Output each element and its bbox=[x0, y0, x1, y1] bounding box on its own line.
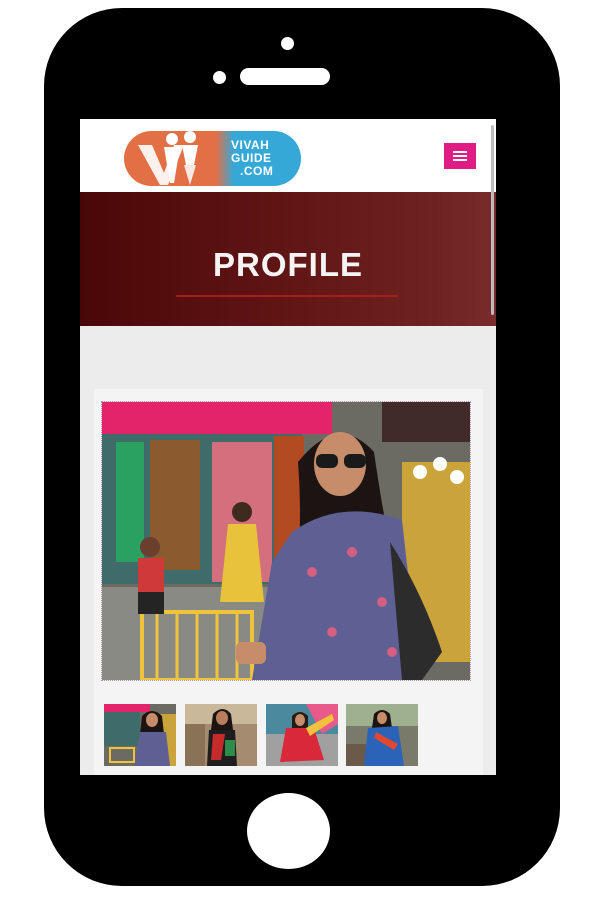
profile-thumb-1[interactable] bbox=[104, 704, 176, 766]
thumb-image bbox=[346, 704, 418, 766]
menu-bar-line bbox=[453, 159, 467, 161]
title-underline bbox=[176, 295, 398, 297]
sensor-icon bbox=[213, 71, 226, 84]
site-header: VIVAH GUIDE .COM bbox=[80, 119, 496, 192]
menu-bar-line bbox=[453, 151, 467, 153]
couple-logo-icon bbox=[138, 131, 198, 185]
earpiece-speaker-icon bbox=[240, 68, 330, 85]
phone-screen: VIVAH GUIDE .COM PROFILE bbox=[80, 119, 496, 775]
site-logo[interactable]: VIVAH GUIDE .COM bbox=[124, 125, 301, 187]
page-banner: PROFILE bbox=[80, 192, 496, 326]
menu-bar-line bbox=[453, 155, 467, 157]
hamburger-menu-button[interactable] bbox=[444, 143, 476, 169]
profile-thumb-3[interactable] bbox=[266, 704, 338, 766]
thumbnail-strip bbox=[104, 704, 444, 766]
profile-thumb-4[interactable] bbox=[346, 704, 418, 766]
front-camera-icon bbox=[281, 37, 294, 50]
thumb-image bbox=[104, 704, 176, 766]
thumb-image bbox=[185, 704, 257, 766]
thumb-image bbox=[266, 704, 338, 766]
page-title: PROFILE bbox=[212, 246, 363, 283]
photo-gallery bbox=[94, 389, 483, 775]
profile-thumb-2[interactable] bbox=[185, 704, 257, 766]
home-button[interactable] bbox=[247, 793, 330, 869]
scrollbar[interactable] bbox=[491, 125, 494, 315]
profile-photo-image bbox=[102, 402, 470, 680]
logo-text-com: .COM bbox=[240, 164, 274, 178]
profile-photo[interactable] bbox=[101, 401, 471, 681]
